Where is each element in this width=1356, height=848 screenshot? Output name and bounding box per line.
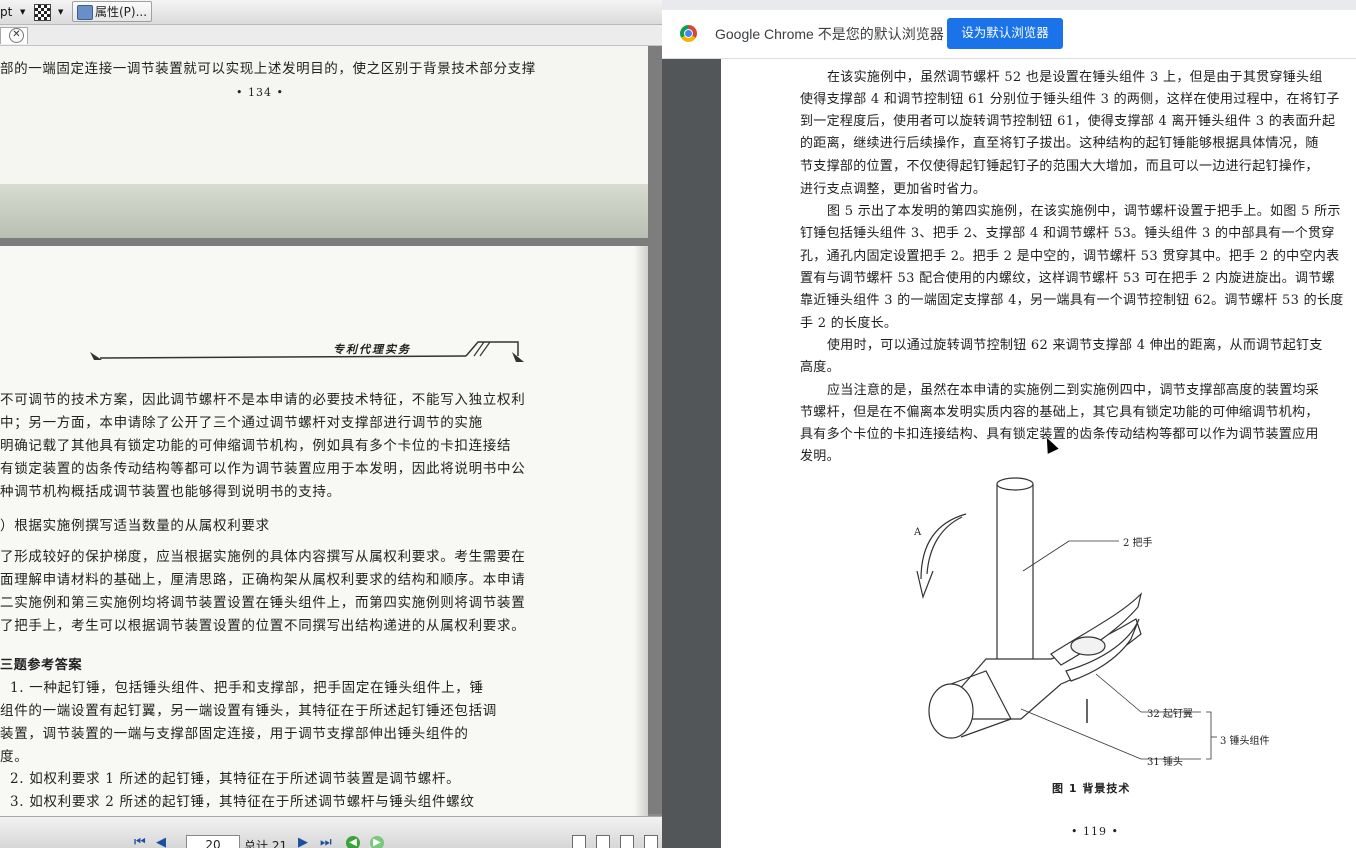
- pdf-page: 在该实施例中，虽然调节螺杆 52 也是设置在锤头组件 3 上，但是由于其贯穿锤头…: [721, 59, 1356, 848]
- page-text-line: 3. 如权利要求 2 所述的起钉锤，其特征在于所述调节螺杆与锤头组件螺纹: [10, 794, 475, 810]
- page-number-input[interactable]: 20: [186, 835, 240, 848]
- page-text-line: 度。: [0, 749, 29, 765]
- transparency-grid-icon[interactable]: [34, 4, 51, 21]
- figure-label-handle: 2 把手: [1123, 538, 1153, 549]
- page-text-line: 部的一端固定连接一调节装置就可以实现上述发明目的，使之区别于背景技术部分支撑: [0, 61, 536, 77]
- previous-page-icon[interactable]: ◀: [156, 836, 170, 848]
- page-edge-shadow: [634, 246, 648, 816]
- figure-label-claw: 32 起钉翼: [1147, 709, 1193, 720]
- hammer-figure: [916, 477, 1217, 760]
- figure-caption: 图 1 背景技术: [1052, 782, 1131, 795]
- infobar-message: Google Chrome 不是您的默认浏览器: [715, 26, 944, 42]
- section-heading: 三题参考答案: [0, 658, 83, 673]
- page-text-line: 中；另一方面，本申请除了公开了三个通过调节螺杆对支撑部进行调节的实施: [0, 415, 483, 431]
- figure-label-head: 31 锤头: [1147, 757, 1183, 768]
- page-text-line: 了把手上，考生可以根据调节装置设置的位置不同撰写出结构递进的从属权利要求。: [0, 618, 526, 634]
- close-icon[interactable]: ✕: [9, 28, 24, 43]
- figure-label-a: A: [914, 527, 922, 538]
- pdf-viewer-window: pt ▼ ▼ 属性(P)... ✕ 部的一端固定连接一调节装置就可以实现上述发明…: [0, 0, 662, 848]
- page-text-line: 面理解申请材料的基础上，厘清思路，正确构架从属权利要求的结构和顺序。本申请: [0, 572, 526, 588]
- viewer-toolbar: pt ▼ ▼ 属性(P)...: [0, 0, 662, 25]
- continuous-view-icon[interactable]: [596, 835, 610, 848]
- page-header-title: 专利代理实务: [333, 343, 411, 356]
- scan-shadow: [0, 184, 648, 238]
- page-text-line: 装置，调节装置的一端与支撑部固定连接，用于调节支撑部伸出锤头组件的: [0, 726, 469, 742]
- section-heading: ）根据实施例撰写适当数量的从属权利要求: [0, 518, 270, 534]
- properties-label: 属性(P)...: [95, 5, 148, 19]
- page-text-line: 组件的一端设置有起钉翼，另一端设置有锤头，其特征在于所述起钉锤还包括调: [0, 703, 497, 719]
- document-tab-bar: ✕: [0, 25, 662, 46]
- pdf-viewport[interactable]: 在该实施例中，虽然调节螺杆 52 也是设置在锤头组件 3 上，但是由于其贯穿锤头…: [662, 59, 1356, 848]
- forward-icon[interactable]: ▶: [370, 836, 384, 848]
- header-ornament: [90, 341, 524, 362]
- page-number: • 119 •: [1071, 825, 1119, 838]
- previous-page: 部的一端固定连接一调节装置就可以实现上述发明目的，使之区别于背景技术部分支撑 •…: [0, 46, 648, 238]
- page-text-line: 明确记载了其他具有锁定功能的可伸缩调节机构，例如具有多个卡位的卡扣连接结: [0, 438, 512, 454]
- back-icon[interactable]: ◀: [346, 836, 360, 848]
- chevron-down-icon[interactable]: ▼: [20, 3, 25, 21]
- chrome-logo-icon: [680, 25, 697, 42]
- page-text-line: 二实施例和第三实施例均将调节装置设置在锤头组件上，而第四实施例则将调节装置: [0, 595, 526, 611]
- page-text-line: 种调节机构概括成调节装置也能够得到说明书的支持。: [0, 484, 341, 500]
- properties-icon: [77, 5, 93, 20]
- page-text-line: 了形成较好的保护梯度，应当根据实施例的具体内容撰写从属权利要求。考生需要在: [0, 549, 526, 565]
- total-pages-label: 总计 21: [244, 839, 288, 848]
- default-browser-infobar: Google Chrome 不是您的默认浏览器 设为默认浏览器: [662, 0, 1356, 59]
- single-page-view-icon[interactable]: [572, 835, 586, 848]
- page-navigation-bar: ⏮ ◀ 20 总计 21 ▶ ⏭ ◀ ▶: [0, 816, 662, 848]
- grid-view-icon[interactable]: [644, 835, 658, 848]
- current-page: 专利代理实务 不可调节的技术方案，因此调节螺杆不是本申请的必要技术特征，不能写入…: [0, 246, 648, 816]
- page-text-line: 有锁定装置的齿条传动结构等都可以作为调节装置应用于本发明，因此将说明书中公: [0, 461, 526, 477]
- chevron-down-icon[interactable]: ▼: [58, 3, 63, 21]
- last-page-icon[interactable]: ⏭: [320, 836, 334, 848]
- page-text-line: 不可调节的技术方案，因此调节螺杆不是本申请的必要技术特征，不能写入独立权利: [0, 392, 526, 408]
- window-top-strip: [662, 0, 1356, 10]
- zoom-label[interactable]: pt: [0, 3, 12, 21]
- page-text-line: 1. 一种起钉锤，包括锤头组件、把手和支撑部，把手固定在锤头组件上，锤: [10, 680, 484, 696]
- set-default-browser-button[interactable]: 设为默认浏览器: [947, 18, 1063, 49]
- properties-button[interactable]: 属性(P)...: [72, 1, 152, 22]
- next-page-icon[interactable]: ▶: [298, 836, 312, 848]
- first-page-icon[interactable]: ⏮: [134, 836, 148, 848]
- chrome-window: Google Chrome 不是您的默认浏览器 设为默认浏览器 在该实施例中，虽…: [662, 0, 1356, 848]
- page-number: • 134 •: [236, 86, 284, 99]
- facing-view-icon[interactable]: [620, 835, 634, 848]
- figure-label-head-group: 3 锤头组件: [1220, 736, 1270, 747]
- page-text-line: 2. 如权利要求 1 所述的起钉锤，其特征在于所述调节装置是调节螺杆。: [10, 771, 461, 787]
